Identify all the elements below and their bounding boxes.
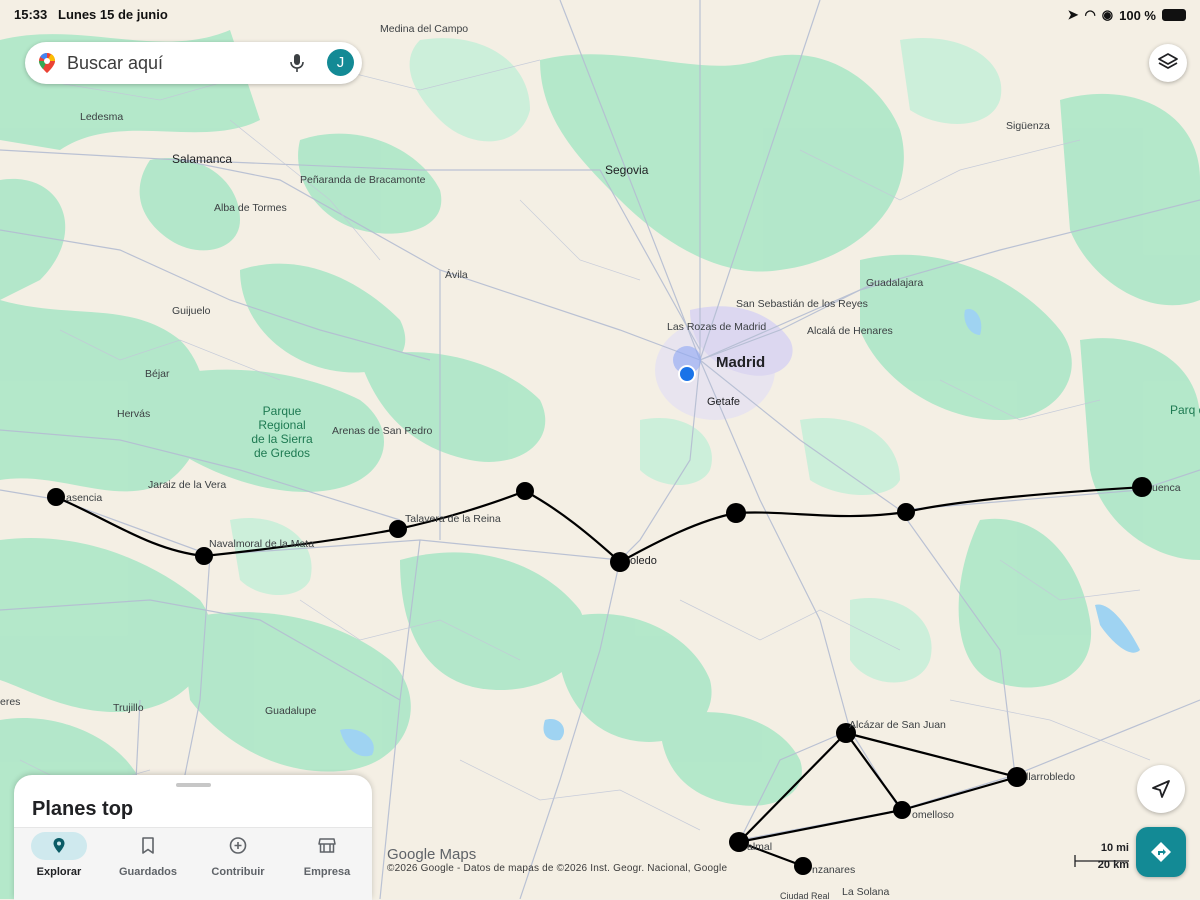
label-ciudadreal: Ciudad Real: [780, 891, 830, 899]
label-penaranda: Peñaranda de Bracamonte: [300, 174, 426, 186]
tab-empresa[interactable]: Empresa: [282, 828, 372, 900]
waypoint-toledo: [610, 552, 630, 572]
waypoint-villarrobledo: [1007, 767, 1027, 787]
label-avila: Ávila: [445, 268, 468, 281]
google-maps-pin-icon: [39, 53, 55, 73]
label-arenas: Arenas de San Pedro: [332, 425, 433, 437]
label-lasolana: La Solana: [842, 886, 889, 898]
search-bar[interactable]: Buscar aquí J: [25, 42, 362, 84]
label-siguenza: Sigüenza: [1006, 120, 1050, 132]
label-trujillo: Trujillo: [113, 702, 144, 714]
map-canvas[interactable]: Medina del Campo Ledesma Salamanca Segov…: [0, 0, 1200, 899]
label-cuenca: uenca: [1152, 482, 1181, 494]
directions-button[interactable]: [1136, 827, 1186, 877]
waypoint-plasencia: [47, 488, 65, 506]
waypoint-tarancon: [897, 503, 915, 521]
label-getafe: Getafe: [707, 396, 740, 408]
waypoint-tomelloso: [893, 801, 911, 819]
layers-button[interactable]: [1149, 44, 1187, 82]
map-attribution[interactable]: ©2026 Google - Datos de mapas de ©2026 I…: [387, 863, 727, 874]
search-input[interactable]: Buscar aquí: [67, 53, 163, 74]
label-guijuelo: Guijuelo: [172, 305, 211, 317]
waypoint-east-toledo: [726, 503, 746, 523]
directions-icon: [1151, 842, 1171, 862]
tab-label: Guardados: [118, 866, 178, 878]
tab-label: Empresa: [303, 866, 351, 878]
orientation-lock-icon: ◉: [1101, 7, 1114, 22]
microphone-icon[interactable]: [287, 52, 307, 74]
label-talavera: Talavera de la Reina: [405, 513, 501, 525]
battery-percent: 100 %: [1119, 7, 1156, 23]
label-manzanares: nzanares: [812, 864, 855, 876]
label-alba: Alba de Tormes: [214, 202, 287, 214]
waypoint-cuenca: [1132, 477, 1152, 497]
waypoint-valdepenas: [729, 832, 749, 852]
bottom-sheet[interactable]: Planes top Explorar Guardados Contribuir: [14, 775, 372, 900]
map-scale: 10 mi 20 km: [1063, 842, 1133, 878]
tab-guardados[interactable]: Guardados: [103, 828, 193, 900]
label-jaraiz: Jaraiz de la Vera: [148, 479, 226, 491]
tab-label: Explorar: [36, 866, 82, 878]
label-madrid: Madrid: [716, 354, 765, 371]
tab-contribuir[interactable]: Contribuir: [193, 828, 283, 900]
plus-circle-icon: [229, 837, 247, 854]
scale-imperial: 10 mi: [1100, 842, 1129, 854]
label-guadalupe: Guadalupe: [265, 705, 317, 717]
label-ledesma: Ledesma: [80, 111, 123, 123]
battery-icon: [1162, 9, 1186, 21]
label-villarrobledo: llarrobledo: [1026, 771, 1075, 783]
label-toledo: oledo: [630, 555, 657, 567]
label-navalmoral: Navalmoral de la Mata: [209, 538, 314, 550]
waypoint-manzanares: [794, 857, 812, 875]
layers-icon: [1158, 53, 1178, 69]
status-bar: 15:33 Lunes 15 de junio ➤ ◠ ◉ 100 %: [0, 0, 1200, 28]
google-maps-logo: Google Maps: [387, 846, 477, 863]
label-valdepenas: almal: [747, 841, 772, 853]
label-salamanca: Salamanca: [172, 152, 232, 166]
pin-icon: [53, 838, 65, 853]
label-guadalajara: Guadalajara: [866, 277, 923, 289]
label-parque-east: Parq de la: [1170, 403, 1200, 417]
tab-label: Contribuir: [211, 866, 265, 878]
label-eres: eres: [0, 696, 20, 708]
label-bejar: Béjar: [145, 368, 170, 380]
store-icon: [318, 838, 336, 853]
navigation-arrow-icon: [1152, 780, 1170, 798]
label-tomelloso: omelloso: [912, 809, 954, 821]
status-date: Lunes 15 de junio: [58, 7, 168, 22]
sheet-title: Planes top: [32, 798, 134, 820]
account-avatar[interactable]: J: [327, 49, 354, 76]
waypoint-north-toledo: [516, 482, 534, 500]
label-sansebastian: San Sebastián de los Reyes: [736, 298, 868, 310]
status-indicators: ➤ ◠ ◉ 100 %: [1068, 7, 1186, 23]
bookmark-icon: [142, 837, 154, 854]
wifi-icon: ◠: [1084, 7, 1096, 22]
tab-explorar[interactable]: Explorar: [14, 828, 104, 900]
label-hervas: Hervás: [117, 408, 150, 420]
my-location-button[interactable]: [1137, 765, 1185, 813]
location-arrow-icon: ➤: [1067, 7, 1079, 22]
label-segovia: Segovia: [605, 163, 649, 177]
label-alcazar: Alcázar de San Juan: [849, 719, 946, 731]
scale-metric: 20 km: [1097, 859, 1129, 871]
status-time: 15:33: [14, 7, 48, 22]
label-plasencia: asencia: [66, 492, 102, 504]
bottom-nav: Explorar Guardados Contribuir Empresa: [14, 827, 372, 900]
label-lasrozas: Las Rozas de Madrid: [667, 321, 766, 333]
label-alcala: Alcalá de Henares: [807, 325, 893, 337]
sheet-drag-handle[interactable]: [176, 783, 211, 787]
